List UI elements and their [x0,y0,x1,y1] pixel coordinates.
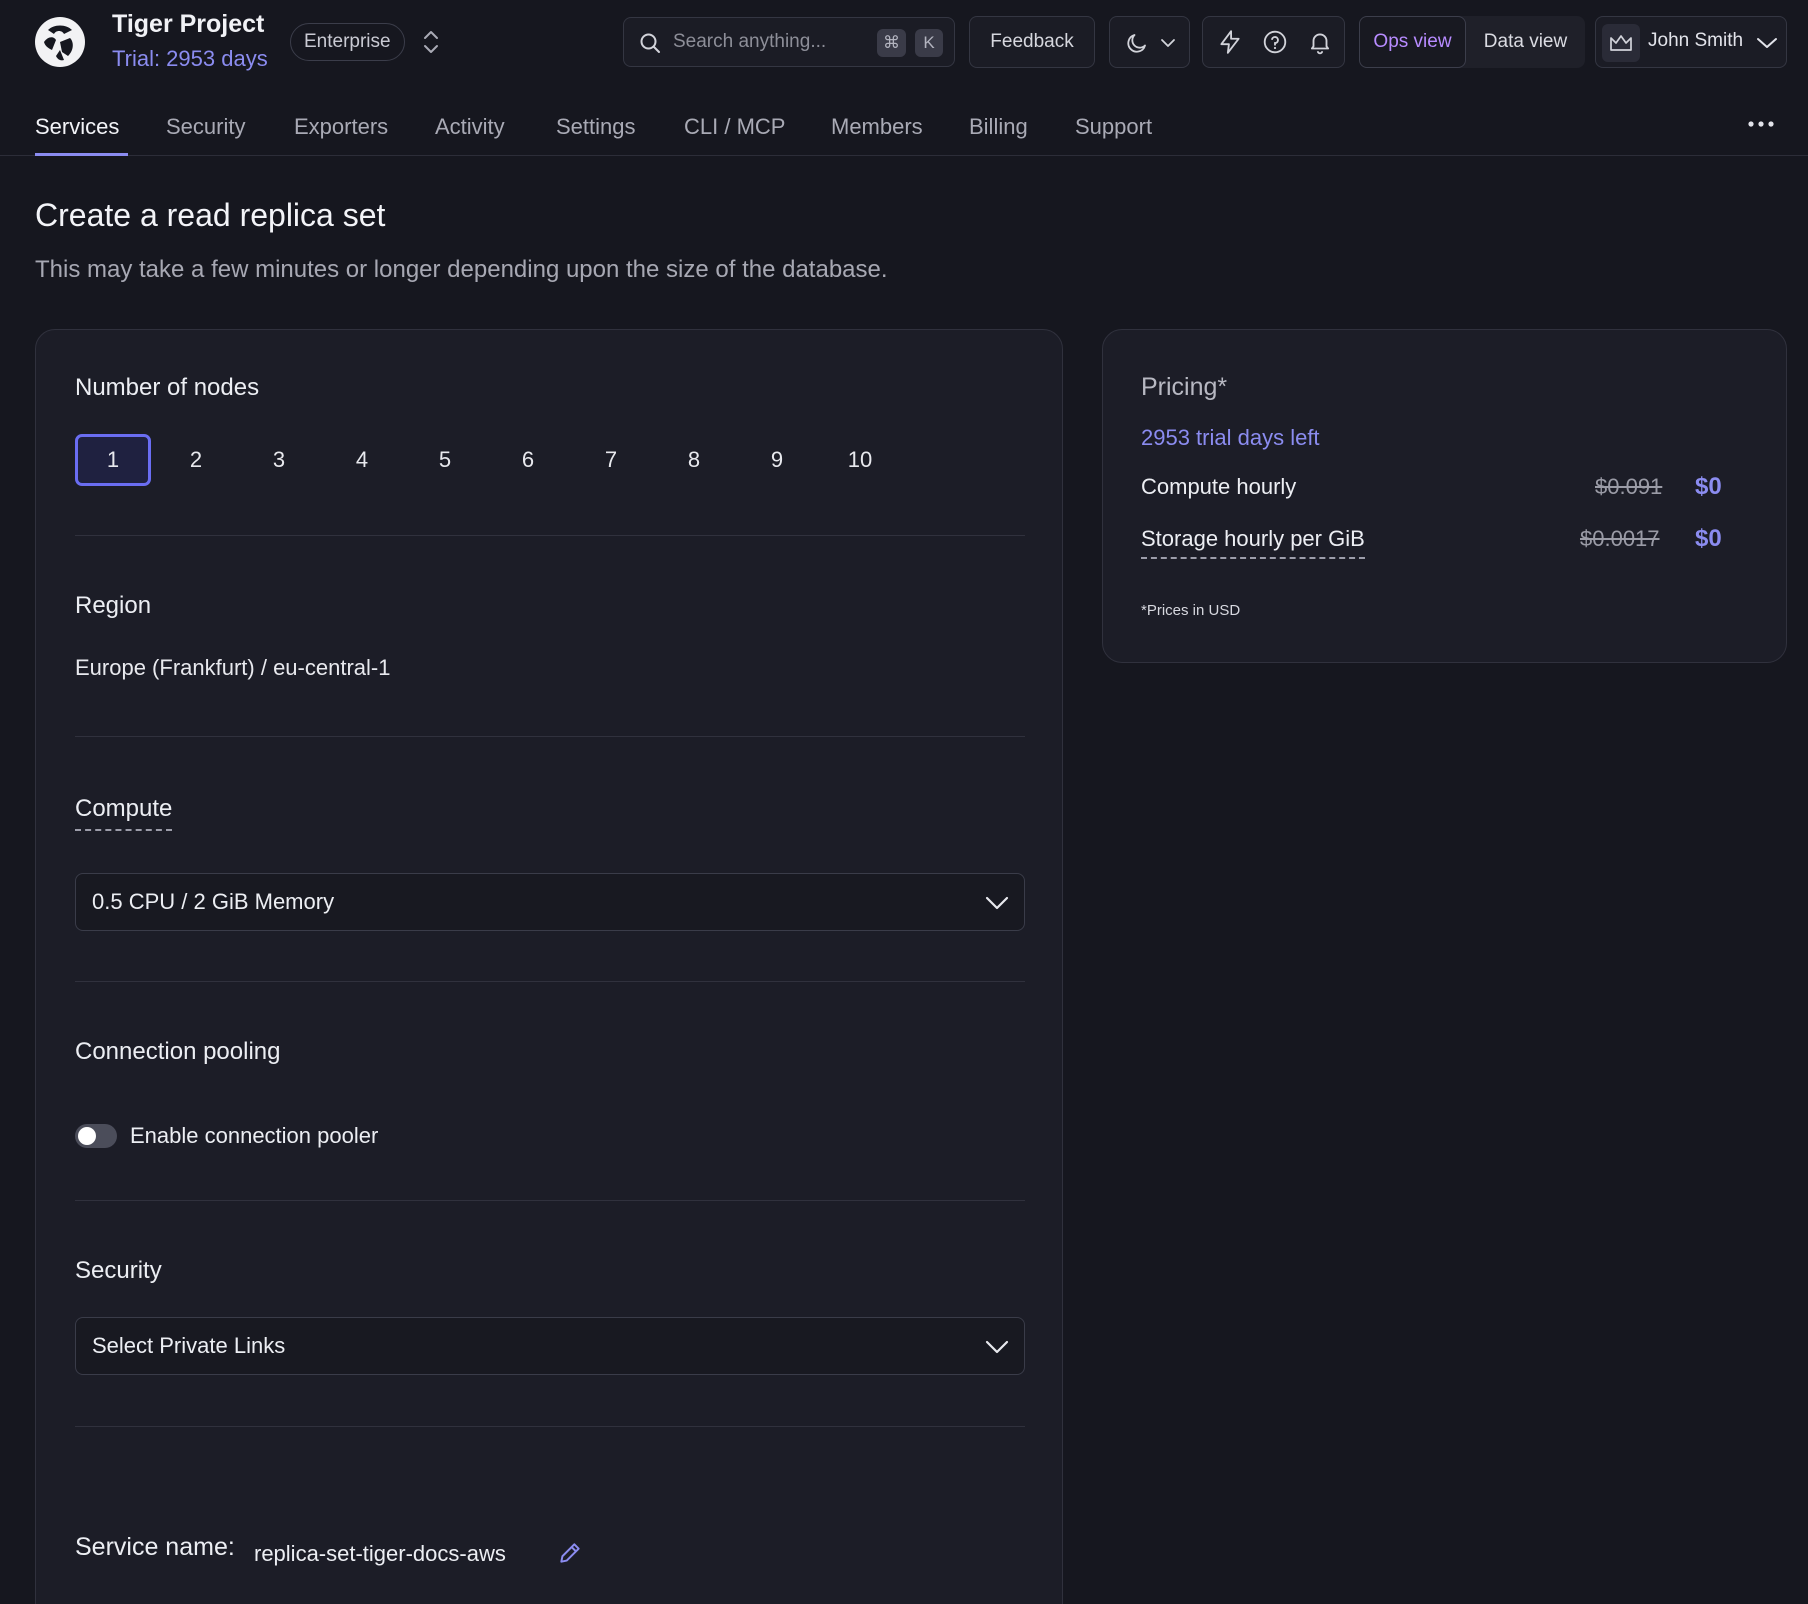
pricing-card: Pricing* 2953 trial days left Compute ho… [1102,329,1787,663]
toggle-knob [78,1127,96,1145]
tab-support[interactable]: Support [1075,114,1152,140]
region-label: Region [75,592,152,619]
user-menu-button[interactable]: John Smith [1595,16,1787,68]
section-divider [75,981,1025,982]
lightning-icon[interactable] [1217,29,1243,55]
compute-hourly-price: $0 [1695,473,1722,500]
compute-selected-value: 0.5 CPU / 2 GiB Memory [92,889,335,914]
section-divider [75,1426,1025,1427]
tab-security[interactable]: Security [166,114,245,140]
theme-toggle-button[interactable] [1109,16,1190,68]
private-links-selected-value: Select Private Links [92,1333,286,1358]
plan-badge: Enterprise [290,23,405,61]
node-option-9[interactable]: 9 [739,434,815,486]
compute-hourly-old-price: $0.091 [1595,474,1663,499]
chevron-down-icon [985,896,1009,910]
storage-hourly-price: $0 [1695,525,1722,552]
search-icon [640,33,660,53]
view-toggle: Ops view Data view [1359,16,1585,68]
search-input[interactable]: Search anything... ⌘ K [623,17,955,67]
ops-view-button[interactable]: Ops view [1359,16,1466,68]
quick-actions-group [1202,16,1345,68]
tiger-logo-icon[interactable] [34,16,86,68]
tab-cli-mcp[interactable]: CLI / MCP [684,114,785,140]
compute-label[interactable]: Compute [75,795,173,831]
project-title: Tiger Project [112,10,265,38]
service-name-label: Service name: [75,1533,235,1561]
bell-icon[interactable] [1307,29,1333,55]
search-placeholder: Search anything... [673,31,827,52]
moon-icon [1127,34,1146,53]
node-option-7[interactable]: 7 [573,434,649,486]
more-options-icon[interactable] [1746,118,1776,130]
security-label: Security [75,1257,162,1284]
connection-pooler-toggle[interactable] [75,1124,117,1148]
node-option-2[interactable]: 2 [158,434,234,486]
main-tabs: Services Security Exporters Activity Set… [0,96,1808,156]
section-divider [75,1200,1025,1201]
shortcut-cmd-key: ⌘ [877,29,906,57]
node-option-8[interactable]: 8 [656,434,732,486]
private-links-select[interactable]: Select Private Links [75,1317,1025,1375]
section-divider [75,736,1025,737]
tab-members[interactable]: Members [831,114,923,140]
crown-icon [1610,35,1632,51]
chevron-down-icon [985,1340,1009,1354]
chevron-down-icon [1757,38,1777,48]
edit-pencil-icon[interactable] [557,1540,583,1566]
node-option-1[interactable]: 1 [75,434,151,486]
storage-hourly-old-price: $0.0017 [1580,526,1660,551]
data-view-button[interactable]: Data view [1466,16,1585,68]
active-tab-indicator [35,153,128,156]
compute-select[interactable]: 0.5 CPU / 2 GiB Memory [75,873,1025,931]
project-switcher-icon[interactable] [420,28,442,56]
tab-billing[interactable]: Billing [969,114,1028,140]
connection-pooler-label: Enable connection pooler [130,1123,379,1148]
help-icon[interactable] [1262,29,1288,55]
user-name: John Smith [1648,30,1744,51]
nodes-label: Number of nodes [75,374,260,401]
pricing-title: Pricing* [1141,373,1228,401]
region-value: Europe (Frankfurt) / eu-central-1 [75,655,391,680]
pricing-currency-note: *Prices in USD [1141,602,1241,619]
storage-hourly-text: Storage hourly per GiB [1141,526,1365,559]
avatar [1602,24,1640,62]
replica-form-card: Number of nodes 1 2 3 4 5 6 7 8 9 10 Reg… [35,329,1063,1604]
section-divider [75,535,1025,536]
tab-settings[interactable]: Settings [556,114,636,140]
tab-services[interactable]: Services [35,114,119,140]
node-option-5[interactable]: 5 [407,434,483,486]
page-subtitle: This may take a few minutes or longer de… [35,256,888,283]
trial-days: Trial: 2953 days [112,46,268,71]
page-title: Create a read replica set [35,197,386,233]
node-option-4[interactable]: 4 [324,434,400,486]
node-option-10[interactable]: 10 [822,434,898,486]
pricing-trial-days: 2953 trial days left [1141,425,1320,450]
connection-pooling-label: Connection pooling [75,1038,281,1065]
tab-activity[interactable]: Activity [435,114,505,140]
service-name-value: replica-set-tiger-docs-aws [254,1541,506,1566]
top-bar: Tiger Project Trial: 2953 days Enterpris… [0,0,1808,84]
node-option-3[interactable]: 3 [241,434,317,486]
storage-hourly-label[interactable]: Storage hourly per GiB [1141,526,1365,559]
compute-hourly-label: Compute hourly [1141,474,1297,499]
tab-exporters[interactable]: Exporters [294,114,388,140]
node-option-6[interactable]: 6 [490,434,566,486]
feedback-button[interactable]: Feedback [969,16,1095,68]
chevron-down-icon [1161,39,1175,47]
shortcut-k-key: K [915,29,943,57]
